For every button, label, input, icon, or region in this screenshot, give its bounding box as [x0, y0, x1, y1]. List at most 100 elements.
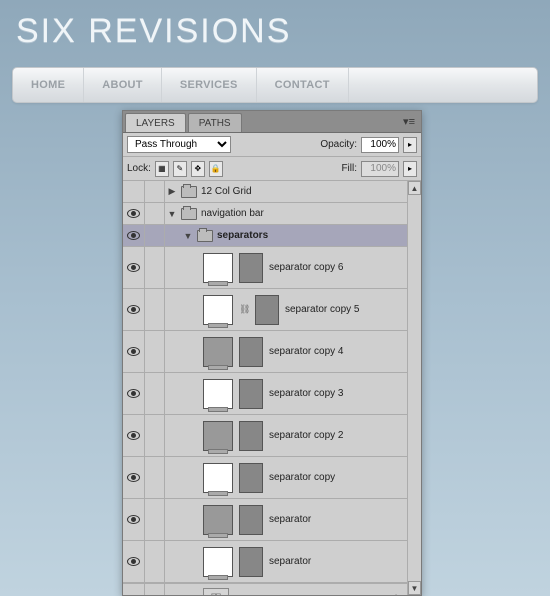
nav-services[interactable]: SERVICES [162, 68, 257, 102]
link-cell[interactable] [145, 247, 165, 289]
eye-icon [127, 389, 140, 398]
layer-mask[interactable] [239, 505, 263, 535]
layer-mask[interactable] [255, 295, 279, 325]
layer-mask[interactable] [239, 379, 263, 409]
layer-name[interactable]: separator copy [269, 472, 335, 483]
layer-name[interactable]: separator copy 5 [285, 304, 360, 315]
layer-thumb[interactable] [203, 337, 233, 367]
opacity-dropdown-icon[interactable]: ▸ [403, 137, 417, 153]
layer-thumb[interactable] [203, 379, 233, 409]
link-cell[interactable] [145, 415, 165, 457]
tab-layers[interactable]: LAYERS [125, 113, 186, 132]
eye-cell[interactable] [123, 225, 145, 246]
eye-icon [127, 305, 140, 314]
link-cell[interactable] [145, 289, 165, 331]
disclosure-down-icon[interactable]: ▼ [167, 209, 177, 219]
layer-row[interactable]: separator copy 2 [123, 415, 407, 457]
eye-cell[interactable] [123, 415, 145, 457]
group-row-grid[interactable]: ▶ 12 Col Grid [123, 181, 407, 203]
scrollbar[interactable]: ▲ ▼ [407, 181, 421, 595]
fill-dropdown-icon[interactable]: ▸ [403, 161, 417, 177]
eye-icon [127, 209, 140, 218]
eye-icon [127, 231, 140, 240]
lock-position-icon[interactable]: ✥ [191, 161, 205, 177]
eye-cell[interactable] [123, 289, 145, 331]
layer-mask[interactable] [239, 253, 263, 283]
folder-icon [181, 186, 197, 198]
layer-thumb[interactable] [203, 253, 233, 283]
chain-icon[interactable]: ⛓ [239, 304, 249, 315]
eye-cell[interactable] [123, 181, 145, 202]
link-cell[interactable] [145, 541, 165, 583]
scroll-up-icon[interactable]: ▲ [408, 181, 421, 195]
layer-thumb[interactable] [203, 295, 233, 325]
panel-blend-row: Pass Through Opacity: ▸ [123, 133, 421, 157]
opacity-input[interactable] [361, 137, 399, 153]
lock-image-icon[interactable]: ✎ [173, 161, 187, 177]
layer-row[interactable]: ⛓ separator copy 5 [123, 289, 407, 331]
layer-mask[interactable] [239, 421, 263, 451]
eye-icon [127, 557, 140, 566]
layer-name[interactable]: separator copy 4 [269, 346, 344, 357]
group-row-separators[interactable]: ▼ separators [123, 225, 407, 247]
eye-cell[interactable] [123, 499, 145, 541]
eye-cell[interactable] [123, 331, 145, 373]
eye-cell[interactable] [123, 541, 145, 583]
eye-cell[interactable] [123, 373, 145, 415]
group-name[interactable]: 12 Col Grid [201, 186, 252, 197]
fx-icon[interactable]: fx [393, 594, 401, 595]
link-cell[interactable] [145, 181, 165, 202]
lock-all-icon[interactable]: 🔒 [209, 161, 223, 177]
layer-row[interactable]: separator [123, 499, 407, 541]
link-cell[interactable] [145, 203, 165, 224]
eye-cell[interactable] [123, 457, 145, 499]
panel-menu-icon[interactable]: ▾≡ [403, 115, 415, 128]
group-name[interactable]: separators [217, 230, 268, 241]
layer-name[interactable]: separator copy 6 [269, 262, 344, 273]
layer-row[interactable]: separator [123, 541, 407, 583]
layer-name[interactable]: separator [269, 556, 311, 567]
nav-contact[interactable]: CONTACT [257, 68, 349, 102]
layer-row[interactable]: separator copy [123, 457, 407, 499]
blend-mode-select[interactable]: Pass Through [127, 136, 231, 153]
lock-transparency-icon[interactable]: ▦ [155, 161, 169, 177]
layers-list: ▶ 12 Col Grid ▼ navigation bar ▼ [123, 181, 407, 595]
group-name[interactable]: navigation bar [201, 208, 264, 219]
layer-thumb[interactable] [203, 421, 233, 451]
layer-thumb[interactable] [203, 505, 233, 535]
nav-home[interactable]: HOME [13, 68, 84, 102]
nav-about[interactable]: ABOUT [84, 68, 162, 102]
link-cell[interactable] [145, 331, 165, 373]
layer-mask[interactable] [239, 463, 263, 493]
type-icon: T [203, 588, 229, 596]
panel-tabs: LAYERS PATHS ▾≡ [123, 111, 421, 133]
scroll-down-icon[interactable]: ▼ [408, 581, 421, 595]
layer-row[interactable]: separator copy 3 [123, 373, 407, 415]
type-layer-name[interactable]: CONTACT [239, 594, 294, 595]
group-row-navbar[interactable]: ▼ navigation bar [123, 203, 407, 225]
layer-row[interactable]: separator copy 4 [123, 331, 407, 373]
link-cell[interactable] [145, 457, 165, 499]
layer-name[interactable]: separator copy 3 [269, 388, 344, 399]
disclosure-right-icon[interactable]: ▶ [167, 186, 177, 197]
eye-cell[interactable] [123, 247, 145, 289]
disclosure-down-icon[interactable]: ▼ [183, 231, 193, 241]
link-cell[interactable] [145, 499, 165, 541]
fill-input[interactable] [361, 161, 399, 177]
layer-mask[interactable] [239, 547, 263, 577]
layer-thumb[interactable] [203, 463, 233, 493]
link-cell[interactable] [145, 373, 165, 415]
type-layer-row[interactable]: T CONTACT fx [123, 583, 407, 595]
layer-name[interactable]: separator [269, 514, 311, 525]
eye-cell[interactable] [123, 584, 145, 596]
link-cell[interactable] [145, 584, 165, 596]
link-cell[interactable] [145, 225, 165, 246]
layer-mask[interactable] [239, 337, 263, 367]
navbar: HOME ABOUT SERVICES CONTACT [12, 67, 538, 103]
tab-paths[interactable]: PATHS [188, 113, 242, 132]
layer-name[interactable]: separator copy 2 [269, 430, 344, 441]
layer-thumb[interactable] [203, 547, 233, 577]
site-title: SIX REVISIONS [0, 0, 550, 59]
eye-cell[interactable] [123, 203, 145, 224]
layer-row[interactable]: separator copy 6 [123, 247, 407, 289]
